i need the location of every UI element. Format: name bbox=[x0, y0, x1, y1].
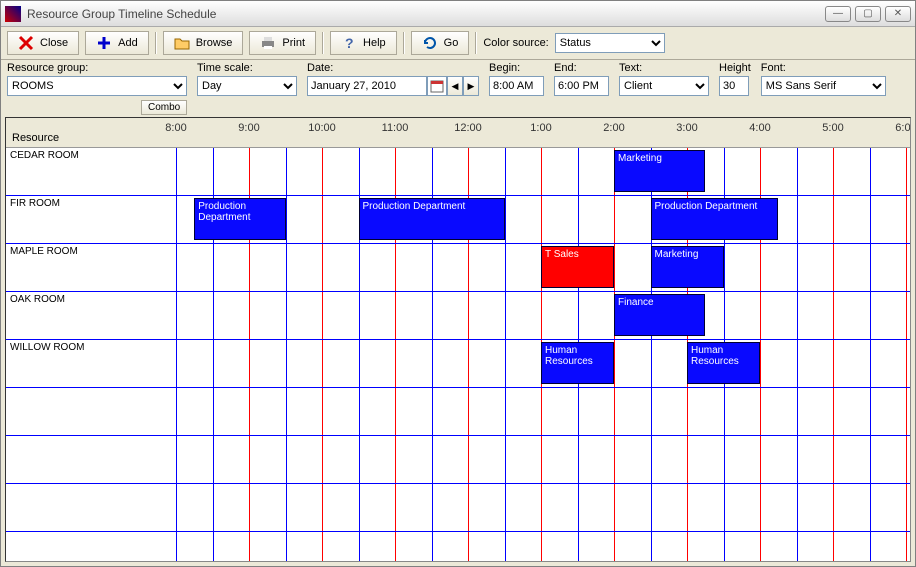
help-button[interactable]: ? Help bbox=[330, 31, 397, 55]
time-tick: 11:00 bbox=[382, 122, 409, 134]
time-tick: 9:00 bbox=[238, 122, 259, 134]
maximize-button[interactable]: ▢ bbox=[855, 6, 881, 22]
toolbar: Close Add Browse Print ? Help Go Color s… bbox=[1, 27, 915, 60]
begin-label: Begin: bbox=[489, 62, 544, 74]
refresh-icon bbox=[422, 35, 438, 51]
time-tick: 8:00 bbox=[165, 122, 186, 134]
timeline: Resource 8:00 9:00 10:00 11:00 12:00 1:00 2:00… bbox=[5, 117, 911, 562]
time-scale-label: Time scale: bbox=[197, 62, 297, 74]
event-block[interactable]: Marketing bbox=[614, 150, 705, 192]
calendar-button[interactable] bbox=[427, 76, 447, 96]
resource-label: MAPLE ROOM bbox=[10, 246, 78, 257]
time-tick: 6:00 bbox=[895, 122, 911, 134]
help-icon: ? bbox=[341, 35, 357, 51]
resource-row: MAPLE ROOM bbox=[6, 244, 910, 292]
time-tick: 3:00 bbox=[676, 122, 697, 134]
resource-row: OAK ROOM bbox=[6, 292, 910, 340]
add-button[interactable]: Add bbox=[85, 31, 149, 55]
color-source-label: Color source: bbox=[483, 37, 548, 49]
minimize-button[interactable]: — bbox=[825, 6, 851, 22]
end-label: End: bbox=[554, 62, 609, 74]
resource-label: FIR ROOM bbox=[10, 198, 60, 209]
height-field[interactable] bbox=[719, 76, 749, 96]
resource-column-header: Resource bbox=[12, 132, 59, 144]
calendar-icon bbox=[430, 79, 444, 93]
resource-label: OAK ROOM bbox=[10, 294, 65, 305]
event-block[interactable]: Production Department bbox=[651, 198, 779, 240]
combo-button[interactable]: Combo bbox=[141, 100, 187, 115]
close-label: Close bbox=[40, 37, 68, 49]
time-tick: 12:00 bbox=[454, 122, 482, 134]
date-field[interactable] bbox=[307, 76, 427, 96]
text-label: Text: bbox=[619, 62, 709, 74]
time-scale-select[interactable]: Day bbox=[197, 76, 297, 96]
time-header: Resource 8:00 9:00 10:00 11:00 12:00 1:00 2:00… bbox=[6, 118, 910, 148]
close-window-button[interactable]: ✕ bbox=[885, 6, 911, 22]
grid-area[interactable]: CEDAR ROOM FIR ROOM MAPLE ROOM OAK ROOM WILL… bbox=[6, 148, 910, 561]
time-tick: 10:00 bbox=[308, 122, 336, 134]
resource-label: WILLOW ROOM bbox=[10, 342, 84, 353]
begin-field[interactable] bbox=[489, 76, 544, 96]
time-tick: 2:00 bbox=[603, 122, 624, 134]
close-icon bbox=[18, 35, 34, 51]
event-block[interactable]: T Sales bbox=[541, 246, 614, 288]
separator bbox=[322, 32, 324, 54]
color-source-select[interactable]: Status bbox=[555, 33, 665, 53]
event-block[interactable]: Human Resources bbox=[541, 342, 614, 384]
date-next-button[interactable]: ▶ bbox=[463, 76, 479, 96]
event-block[interactable]: Production Department bbox=[194, 198, 285, 240]
plus-icon bbox=[96, 35, 112, 51]
resource-label: CEDAR ROOM bbox=[10, 150, 79, 161]
resource-row: WILLOW ROOM bbox=[6, 340, 910, 388]
date-label: Date: bbox=[307, 62, 479, 74]
event-block[interactable]: Production Department bbox=[359, 198, 505, 240]
print-button[interactable]: Print bbox=[249, 31, 316, 55]
close-button[interactable]: Close bbox=[7, 31, 79, 55]
separator bbox=[475, 32, 477, 54]
resource-group-label: Resource group: bbox=[7, 62, 187, 74]
app-window: Resource Group Timeline Schedule — ▢ ✕ C… bbox=[0, 0, 916, 567]
event-block[interactable]: Human Resources bbox=[687, 342, 760, 384]
titlebar: Resource Group Timeline Schedule — ▢ ✕ bbox=[1, 1, 915, 27]
time-tick: 5:00 bbox=[822, 122, 843, 134]
control-row: Resource group: ROOMS Time scale: Day Da… bbox=[1, 60, 915, 100]
svg-text:?: ? bbox=[345, 35, 354, 51]
time-tick: 1:00 bbox=[530, 122, 551, 134]
font-select[interactable]: MS Sans Serif bbox=[761, 76, 886, 96]
time-tick: 4:00 bbox=[749, 122, 770, 134]
separator bbox=[403, 32, 405, 54]
help-label: Help bbox=[363, 37, 386, 49]
go-label: Go bbox=[444, 37, 459, 49]
add-label: Add bbox=[118, 37, 138, 49]
folder-icon bbox=[174, 35, 190, 51]
height-label: Height bbox=[719, 62, 751, 74]
event-block[interactable]: Finance bbox=[614, 294, 705, 336]
go-button[interactable]: Go bbox=[411, 31, 470, 55]
app-icon bbox=[5, 6, 21, 22]
browse-label: Browse bbox=[196, 37, 233, 49]
print-label: Print bbox=[282, 37, 305, 49]
separator bbox=[155, 32, 157, 54]
browse-button[interactable]: Browse bbox=[163, 31, 244, 55]
text-select[interactable]: Client bbox=[619, 76, 709, 96]
event-block[interactable]: Marketing bbox=[651, 246, 724, 288]
printer-icon bbox=[260, 35, 276, 51]
resource-row: CEDAR ROOM bbox=[6, 148, 910, 196]
date-prev-button[interactable]: ◀ bbox=[447, 76, 463, 96]
end-field[interactable] bbox=[554, 76, 609, 96]
resource-group-select[interactable]: ROOMS bbox=[7, 76, 187, 96]
window-title: Resource Group Timeline Schedule bbox=[27, 7, 825, 21]
font-label: Font: bbox=[761, 62, 886, 74]
